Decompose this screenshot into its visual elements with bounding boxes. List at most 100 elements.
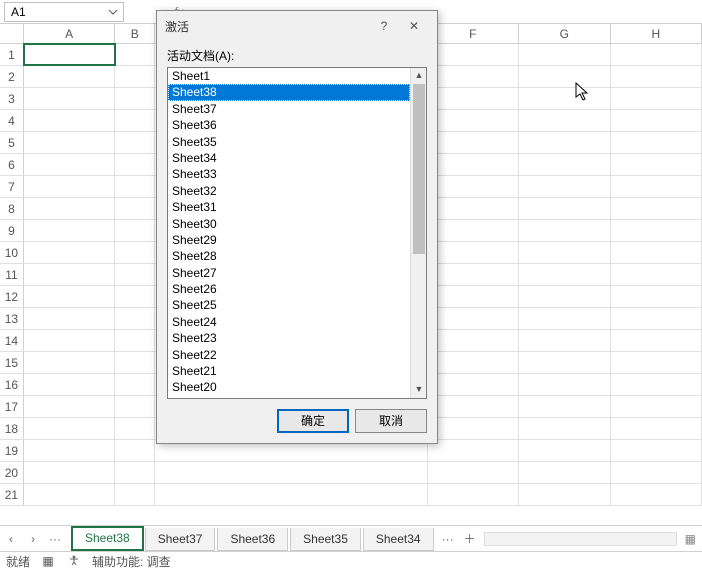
cell[interactable] — [24, 88, 115, 109]
cell[interactable] — [115, 440, 155, 461]
listbox-item[interactable]: Sheet29 — [168, 232, 410, 248]
cell[interactable] — [611, 44, 702, 65]
cell[interactable] — [519, 88, 610, 109]
tabs-more-icon[interactable]: ··· — [442, 532, 454, 546]
cell[interactable] — [611, 374, 702, 395]
cell[interactable] — [115, 44, 155, 65]
cell[interactable] — [519, 110, 610, 131]
listbox-item[interactable]: Sheet20 — [168, 379, 410, 395]
cell[interactable] — [519, 330, 610, 351]
cell[interactable] — [428, 220, 519, 241]
cell[interactable] — [428, 374, 519, 395]
listbox-item[interactable]: Sheet24 — [168, 314, 410, 330]
cell[interactable] — [24, 264, 115, 285]
accessibility-icon[interactable] — [66, 554, 82, 569]
cell[interactable] — [115, 110, 155, 131]
cell[interactable] — [155, 484, 427, 505]
cell[interactable] — [611, 462, 702, 483]
row-header[interactable]: 11 — [0, 264, 24, 285]
cell[interactable] — [611, 242, 702, 263]
column-header[interactable]: F — [428, 24, 519, 43]
cell[interactable] — [519, 242, 610, 263]
cell[interactable] — [428, 286, 519, 307]
cell[interactable] — [428, 396, 519, 417]
cell[interactable] — [611, 286, 702, 307]
sheet-tab[interactable]: Sheet35 — [290, 528, 361, 551]
cell[interactable] — [519, 198, 610, 219]
cell[interactable] — [115, 484, 155, 505]
cell[interactable] — [519, 286, 610, 307]
column-header[interactable]: H — [611, 24, 702, 43]
cell[interactable] — [115, 242, 155, 263]
cell[interactable] — [428, 154, 519, 175]
cell[interactable] — [611, 132, 702, 153]
row-header[interactable]: 15 — [0, 352, 24, 373]
tab-nav-menu[interactable]: ··· — [44, 532, 66, 546]
ok-button[interactable]: 确定 — [277, 409, 349, 433]
cell[interactable] — [611, 220, 702, 241]
view-grid-icon[interactable]: ▦ — [685, 532, 696, 546]
select-all-cell[interactable] — [0, 24, 24, 43]
cell[interactable] — [428, 352, 519, 373]
cell[interactable] — [24, 374, 115, 395]
row-header[interactable]: 14 — [0, 330, 24, 351]
cell[interactable] — [428, 330, 519, 351]
cell[interactable] — [428, 462, 519, 483]
row-header[interactable]: 21 — [0, 484, 24, 505]
cell[interactable] — [611, 176, 702, 197]
cell[interactable] — [115, 330, 155, 351]
cell[interactable] — [428, 132, 519, 153]
listbox-item[interactable]: Sheet37 — [168, 101, 410, 117]
cell[interactable] — [115, 396, 155, 417]
cell[interactable] — [115, 154, 155, 175]
listbox-item[interactable]: Sheet32 — [168, 183, 410, 199]
cell[interactable] — [428, 66, 519, 87]
cell[interactable] — [115, 176, 155, 197]
row-header[interactable]: 10 — [0, 242, 24, 263]
cell[interactable] — [428, 44, 519, 65]
cell[interactable] — [611, 352, 702, 373]
column-header[interactable]: G — [519, 24, 610, 43]
row-header[interactable]: 17 — [0, 396, 24, 417]
row-header[interactable]: 4 — [0, 110, 24, 131]
listbox-item[interactable]: Sheet23 — [168, 330, 410, 346]
cell[interactable] — [115, 308, 155, 329]
cell[interactable] — [24, 176, 115, 197]
cell[interactable] — [428, 110, 519, 131]
scrollbar-thumb[interactable] — [413, 84, 425, 254]
row-header[interactable]: 18 — [0, 418, 24, 439]
row-header[interactable]: 3 — [0, 88, 24, 109]
listbox-item[interactable]: Sheet1 — [168, 68, 410, 84]
sheet-tab[interactable]: Sheet38 — [72, 527, 143, 551]
row-header[interactable]: 5 — [0, 132, 24, 153]
row-header[interactable]: 19 — [0, 440, 24, 461]
cell[interactable] — [611, 484, 702, 505]
cell[interactable] — [611, 264, 702, 285]
cell[interactable] — [611, 308, 702, 329]
cell[interactable] — [428, 418, 519, 439]
cell[interactable] — [428, 88, 519, 109]
cell[interactable] — [519, 66, 610, 87]
cell[interactable] — [115, 374, 155, 395]
cell[interactable] — [115, 198, 155, 219]
column-header[interactable]: A — [24, 24, 115, 43]
cell[interactable] — [428, 440, 519, 461]
cell[interactable] — [24, 396, 115, 417]
cell[interactable] — [519, 264, 610, 285]
cell[interactable] — [519, 308, 610, 329]
listbox-item[interactable]: Sheet21 — [168, 363, 410, 379]
cell[interactable] — [428, 308, 519, 329]
cell[interactable] — [24, 484, 115, 505]
cell[interactable] — [115, 132, 155, 153]
row-header[interactable]: 9 — [0, 220, 24, 241]
cell[interactable] — [428, 264, 519, 285]
row-header[interactable]: 20 — [0, 462, 24, 483]
listbox-item[interactable]: Sheet28 — [168, 248, 410, 264]
cell[interactable] — [115, 286, 155, 307]
sheet-tab[interactable]: Sheet37 — [145, 528, 216, 551]
cell[interactable] — [519, 176, 610, 197]
cell[interactable] — [24, 242, 115, 263]
cell[interactable] — [519, 220, 610, 241]
listbox-item[interactable]: Sheet22 — [168, 347, 410, 363]
add-sheet-button[interactable]: ＋ — [464, 530, 476, 547]
